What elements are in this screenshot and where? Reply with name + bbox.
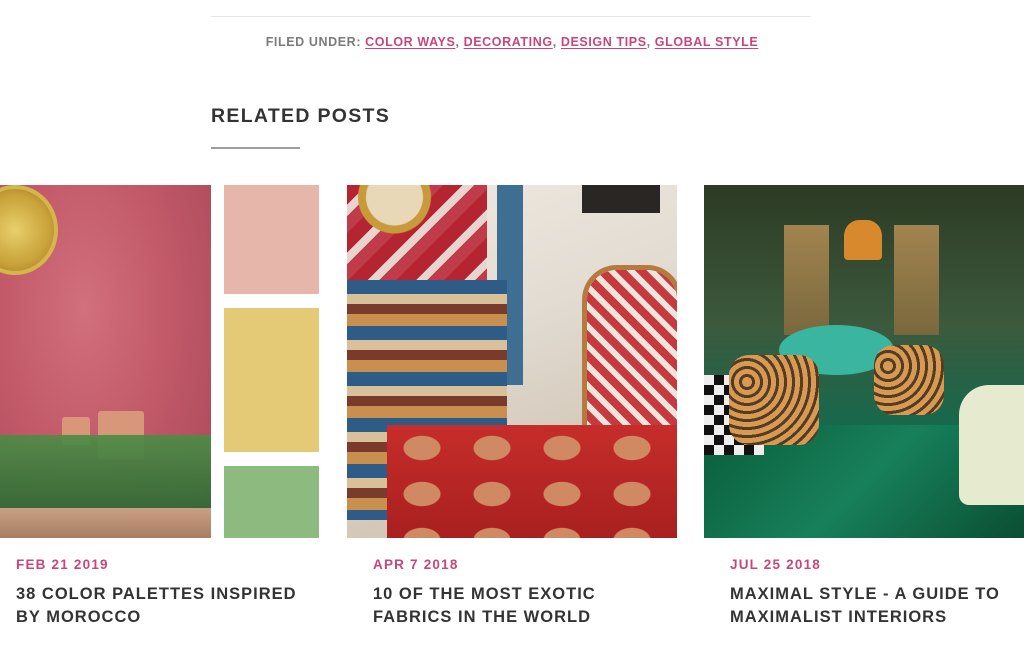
filed-under: FILED UNDER: COLOR WAYS, DECORATING, DES…: [265, 35, 759, 49]
post-title-link[interactable]: 38 COLOR PALETTES INSPIRED BY MOROCCO: [16, 583, 316, 629]
category-link-decorating[interactable]: DECORATING: [464, 35, 553, 49]
post-thumbnail-maximal-style[interactable]: [704, 185, 1024, 538]
post-title-link[interactable]: MAXIMAL STYLE - A GUIDE TO MAXIMALIST IN…: [730, 583, 1020, 629]
red-kilim-rug: [387, 425, 677, 538]
round-mirror: [347, 185, 442, 245]
green-tagine-pots: [0, 435, 211, 510]
color-swatch-pink: [224, 185, 319, 294]
related-post-card[interactable]: FEB 21 2019 38 COLOR PALETTES INSPIRED B…: [0, 185, 330, 626]
post-date: APR 7 2018: [373, 557, 459, 572]
wooden-shelf: [0, 508, 211, 538]
post-thumbnail-morocco-palettes[interactable]: [0, 185, 330, 538]
color-swatch-green: [224, 466, 319, 538]
post-date: JUL 25 2018: [730, 557, 822, 572]
related-post-card[interactable]: APR 7 2018 10 OF THE MOST EXOTIC FABRICS…: [347, 185, 677, 626]
related-post-card[interactable]: JUL 25 2018 MAXIMAL STYLE - A GUIDE TO M…: [704, 185, 1024, 626]
category-link-color-ways[interactable]: COLOR WAYS: [365, 35, 455, 49]
top-divider: [211, 16, 811, 17]
related-posts-heading: RELATED POSTS: [211, 105, 391, 127]
filed-under-label: FILED UNDER:: [265, 35, 362, 49]
wall-frame: [582, 185, 660, 213]
cream-sofa: [959, 385, 1024, 505]
post-thumbnail-exotic-fabrics[interactable]: [347, 185, 677, 538]
leopard-armchair: [729, 355, 819, 445]
category-link-design-tips[interactable]: DESIGN TIPS: [561, 35, 647, 49]
color-swatch-yellow: [224, 308, 319, 452]
related-posts-underline: [211, 147, 300, 149]
post-title-link[interactable]: 10 OF THE MOST EXOTIC FABRICS IN THE WOR…: [373, 583, 673, 629]
hanging-lantern: [844, 220, 882, 260]
post-date: FEB 21 2019: [16, 557, 109, 572]
category-link-global-style[interactable]: GLOBAL STYLE: [655, 35, 759, 49]
red-patterned-chair: [587, 270, 677, 440]
